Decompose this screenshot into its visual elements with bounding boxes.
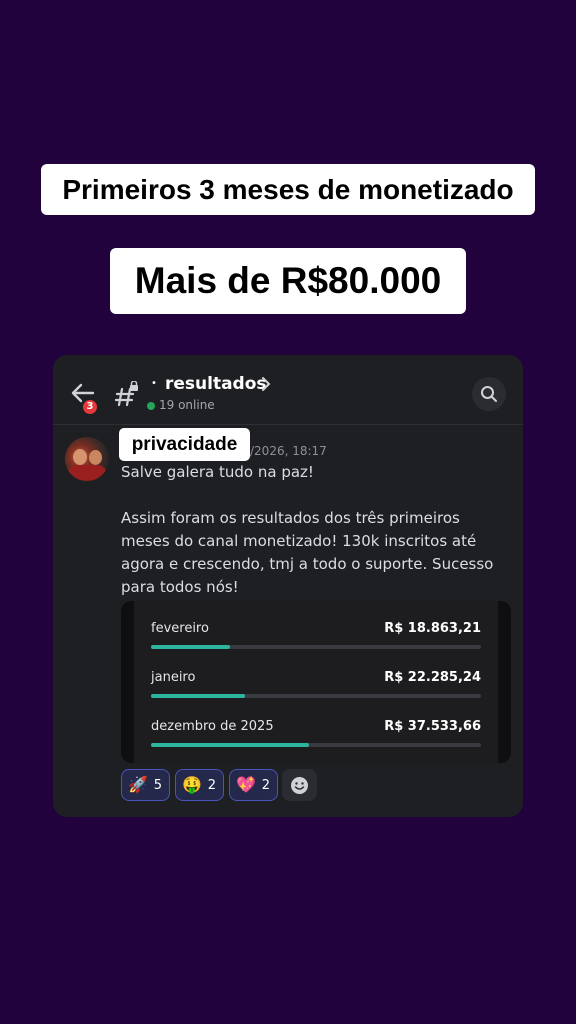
earnings-amount: R$ 22.285,24: [384, 670, 481, 685]
earnings-row: fevereiro R$ 18.863,21: [151, 621, 481, 661]
unread-badge: 3: [81, 398, 99, 416]
earnings-progress-fill: [151, 645, 231, 649]
channel-header: 3 • resultados 19 online: [53, 355, 523, 425]
chevron-right-icon[interactable]: [261, 377, 271, 391]
earnings-progress-track: [151, 694, 481, 698]
channel-bullet: •: [151, 378, 157, 389]
earnings-image[interactable]: fevereiro R$ 18.863,21 janeiro R$ 22.285…: [121, 601, 511, 763]
earnings-month: janeiro: [151, 670, 196, 685]
reaction-money-face[interactable]: 🤑 2: [175, 769, 224, 801]
earnings-progress-track: [151, 645, 481, 649]
reaction-count: 2: [261, 778, 270, 793]
channel-name[interactable]: resultados: [165, 374, 267, 394]
add-reaction-button[interactable]: [282, 769, 317, 801]
search-icon: [481, 386, 497, 402]
online-count: 19 online: [159, 398, 215, 412]
rocket-emoji: 🚀: [128, 775, 148, 794]
earnings-amount: R$ 37.533,66: [384, 719, 481, 734]
reaction-count: 5: [153, 778, 162, 793]
message-body: Salve galera tudo na paz! Assim foram os…: [121, 461, 513, 599]
earnings-panel: fevereiro R$ 18.863,21 janeiro R$ 22.285…: [134, 601, 498, 763]
reaction-count: 2: [207, 778, 216, 793]
chat-screenshot-card: 3 • resultados 19 online privacidade /20…: [53, 355, 523, 817]
message-line-greeting: Salve galera tudo na paz!: [121, 463, 314, 481]
earnings-row: dezembro de 2025 R$ 37.533,66: [151, 719, 481, 759]
earnings-month: fevereiro: [151, 621, 209, 636]
earnings-row: janeiro R$ 22.285,24: [151, 670, 481, 710]
earnings-progress-track: [151, 743, 481, 747]
sparkling-heart-emoji: 💖: [236, 775, 256, 794]
hash-lock-icon: [115, 381, 138, 407]
message-timestamp: /2026, 18:17: [250, 444, 327, 458]
caption-amount: Mais de R$80.000: [110, 248, 466, 314]
message-line-results: Assim foram os resultados dos três prime…: [121, 509, 494, 596]
add-reaction-icon: [291, 777, 308, 794]
reaction-rocket[interactable]: 🚀 5: [121, 769, 170, 801]
earnings-month: dezembro de 2025: [151, 719, 274, 734]
reaction-sparkling-heart[interactable]: 💖 2: [229, 769, 278, 801]
search-button[interactable]: [472, 377, 506, 411]
earnings-progress-fill: [151, 743, 310, 747]
username-overlay: privacidade: [119, 428, 250, 461]
avatar[interactable]: [65, 437, 109, 481]
earnings-amount: R$ 18.863,21: [384, 621, 481, 636]
earnings-progress-fill: [151, 694, 246, 698]
online-status-dot: [147, 402, 155, 410]
caption-title: Primeiros 3 meses de monetizado: [41, 164, 535, 215]
money-face-emoji: 🤑: [182, 775, 202, 794]
